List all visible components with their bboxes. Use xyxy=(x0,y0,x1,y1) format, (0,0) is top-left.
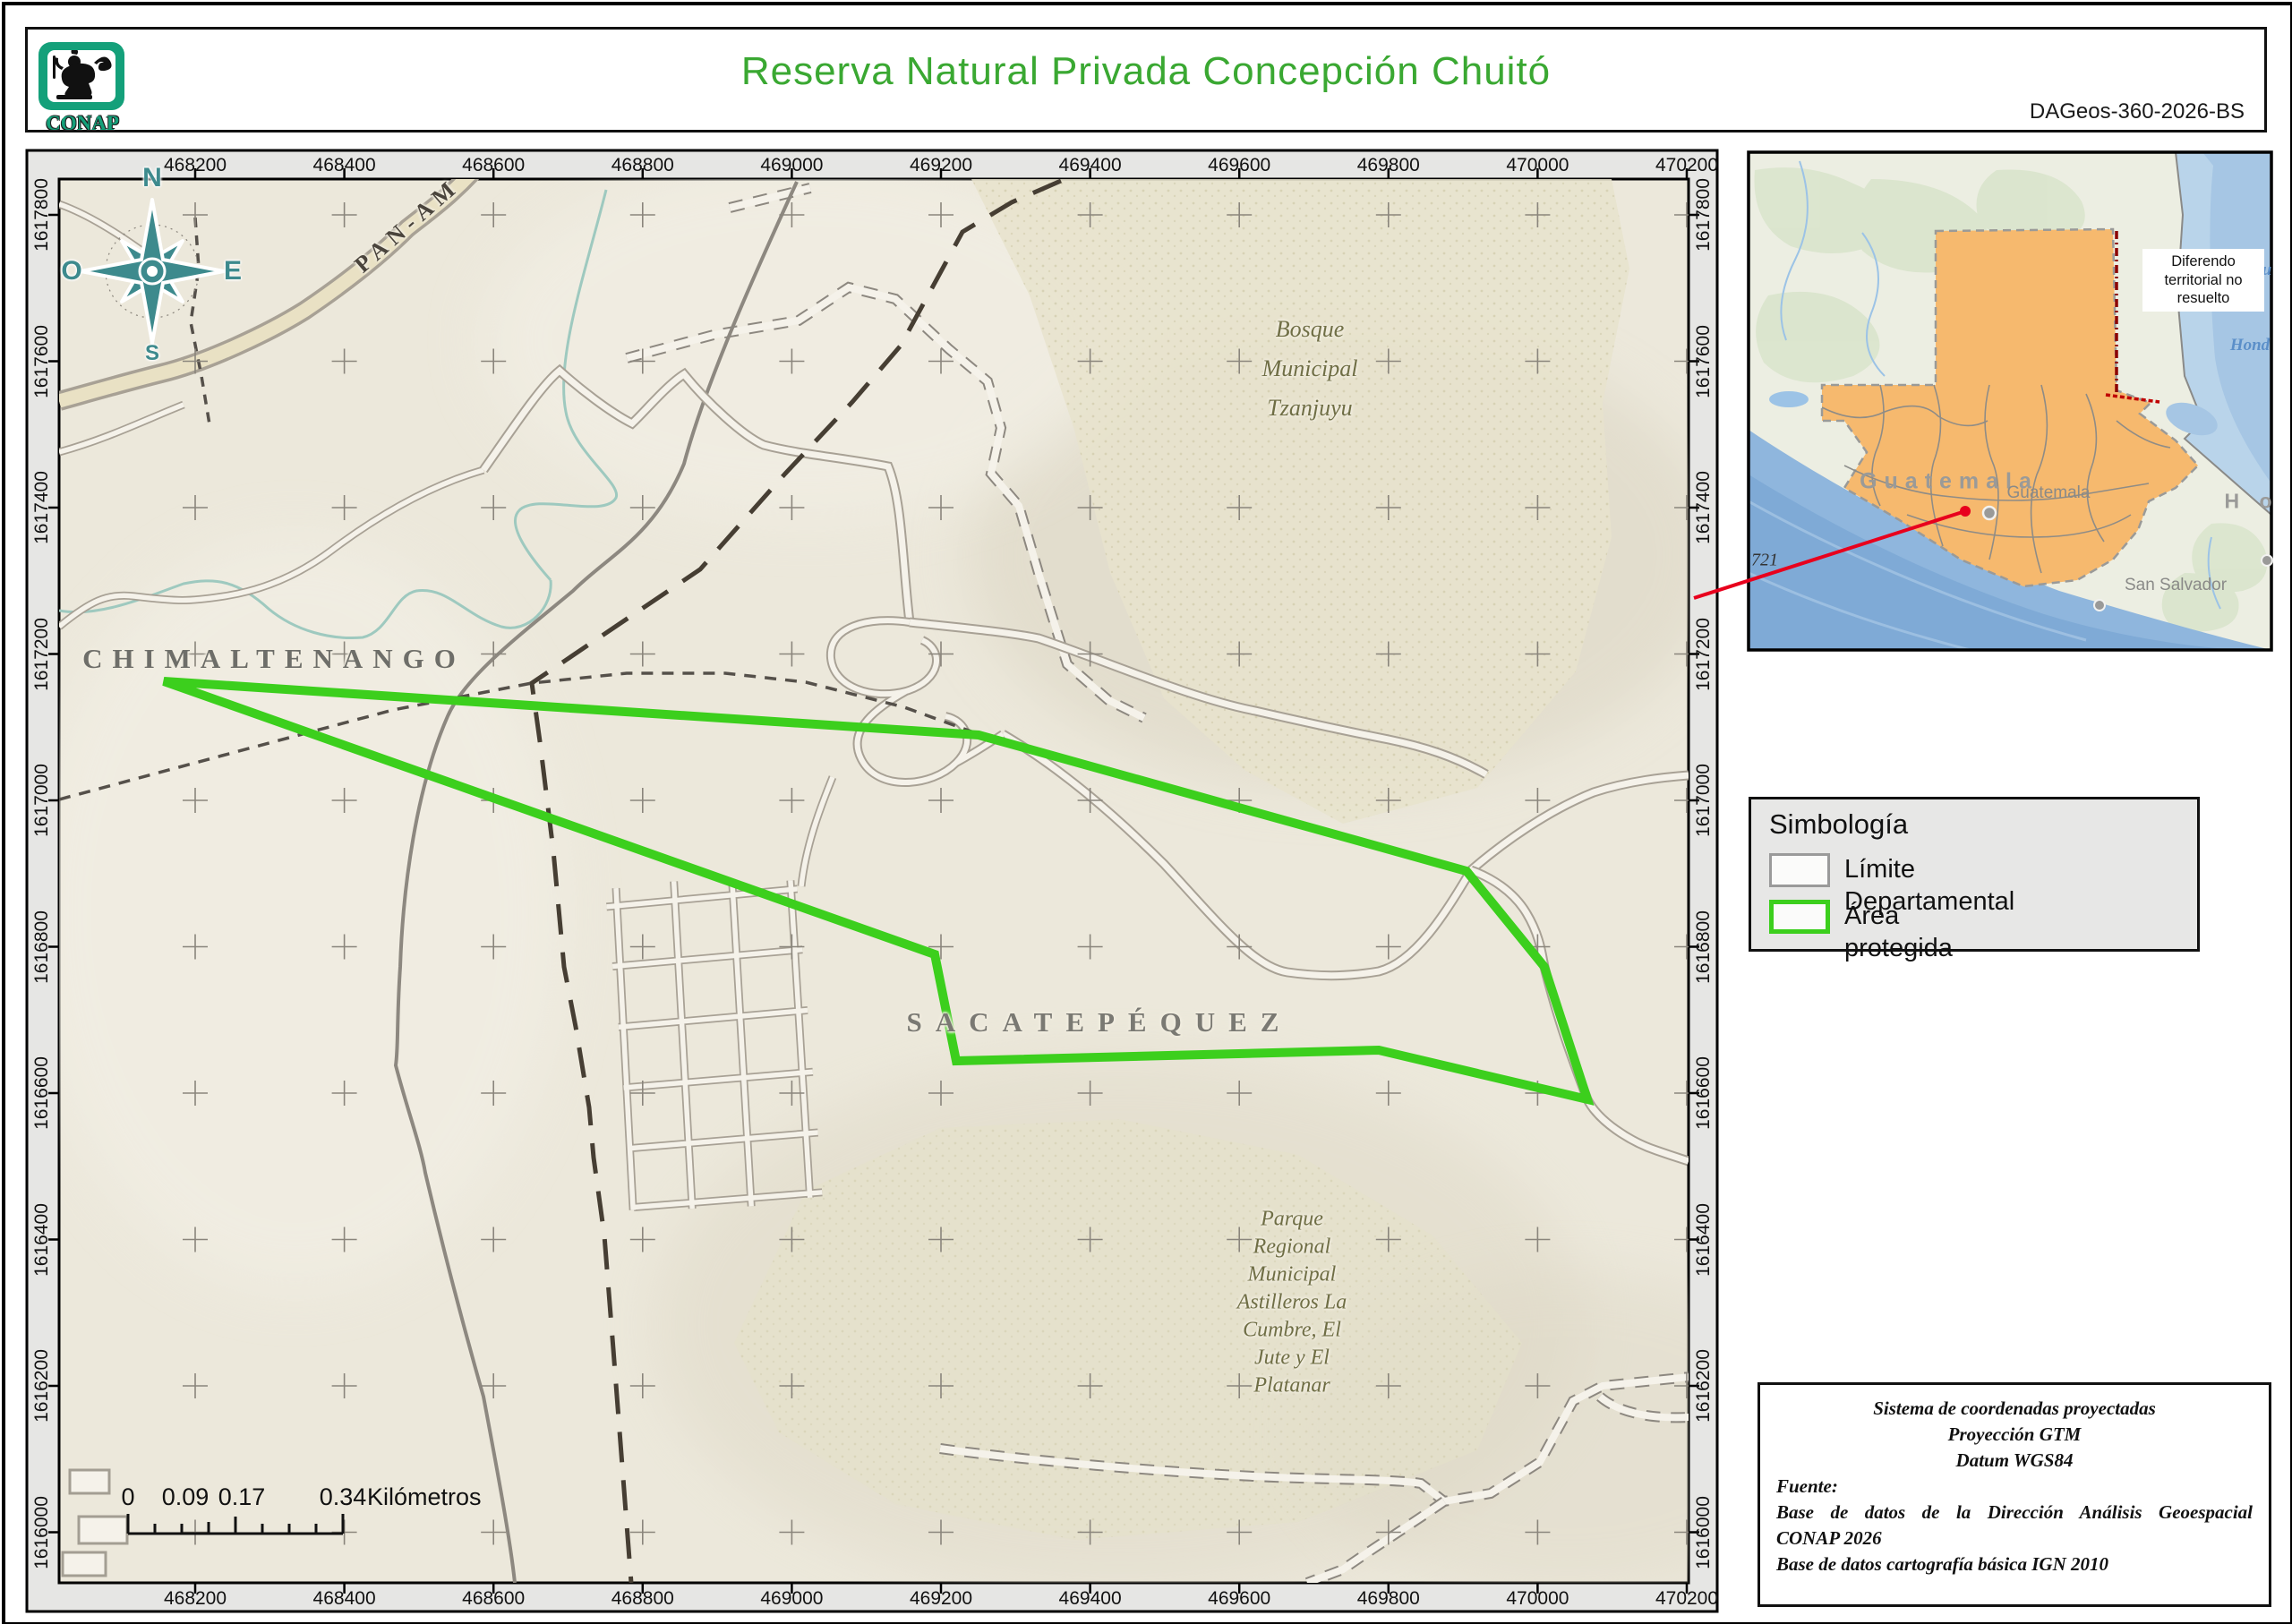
compass-o: O xyxy=(61,256,81,286)
scale-unit: Kilómetros xyxy=(367,1483,482,1511)
page-title: Reserva Natural Privada Concepción Chuit… xyxy=(28,49,2264,94)
axis-label: 468600 xyxy=(462,155,525,176)
compass-e: E xyxy=(224,256,242,286)
axis-label: 469600 xyxy=(1208,1588,1270,1610)
compass-s: S xyxy=(145,341,159,366)
inset-sea-label-2: Hond xyxy=(2230,336,2270,355)
axis-label: 469200 xyxy=(910,155,972,176)
axis-label: 1617600 xyxy=(1693,325,1715,398)
datum-line: Datum WGS84 xyxy=(1776,1448,2253,1474)
axis-label: 470200 xyxy=(1655,155,1718,176)
source-label: Fuente: xyxy=(1776,1474,2253,1500)
source-line-2: CONAP 2026 xyxy=(1776,1526,2253,1551)
projection-line: Proyección GTM xyxy=(1776,1422,2253,1448)
map-document-page: .rc{stroke:#a8a195;fill:none;} .rf{strok… xyxy=(0,0,2292,1624)
scale-034: 0.34 xyxy=(320,1483,367,1511)
axis-label: 468400 xyxy=(313,155,376,176)
axis-label: 1617200 xyxy=(31,618,53,691)
inset-depth-label: 721 xyxy=(1751,551,1778,571)
axis-label: 1617400 xyxy=(31,471,53,544)
axis-label: 1616000 xyxy=(1693,1496,1715,1569)
axis-label: 1617800 xyxy=(31,178,53,252)
axis-label: 469200 xyxy=(910,1588,972,1610)
scale-009: 0.09 xyxy=(162,1483,210,1511)
territorial-note: Diferendo territorial no resuelto xyxy=(2142,249,2264,312)
axis-label: 1617200 xyxy=(1693,618,1715,691)
axis-label: 469000 xyxy=(760,1588,823,1610)
axis-label: 1616200 xyxy=(31,1349,53,1423)
axis-label: 1616600 xyxy=(1693,1056,1715,1130)
inset-san-salvador-label: San Salvador xyxy=(2125,576,2227,595)
compass-n: N xyxy=(142,163,162,193)
logo-text: CONAP xyxy=(38,112,126,135)
axis-label: 468200 xyxy=(164,1588,227,1610)
axis-label: 1616400 xyxy=(31,1203,53,1277)
axis-label: 1617400 xyxy=(1693,471,1715,544)
axis-label: 468800 xyxy=(611,1588,674,1610)
dept-label-sacatepequez: SACATEPÉQUEZ xyxy=(907,1006,1293,1039)
axis-label: 1617800 xyxy=(1693,178,1715,252)
axis-label: 1616200 xyxy=(1693,1349,1715,1423)
axis-label: 468200 xyxy=(164,155,227,176)
axis-label: 1616400 xyxy=(1693,1203,1715,1277)
axis-label: 1616600 xyxy=(31,1056,53,1130)
axis-label: 469000 xyxy=(760,155,823,176)
document-code: DAGeos-360-2026-BS xyxy=(2030,99,2245,124)
projection-info-box: Sistema de coordenadas proyectadas Proye… xyxy=(1757,1382,2271,1607)
source-line-1: Base de datos de la Dirección Análisis G… xyxy=(1776,1500,2253,1526)
inset-honduras-partial: H o xyxy=(2224,490,2271,514)
axis-label: 470000 xyxy=(1506,1588,1569,1610)
axis-label: 1617600 xyxy=(31,325,53,398)
axis-label: 469600 xyxy=(1208,155,1270,176)
axis-label: 1617000 xyxy=(31,764,53,837)
axis-label: 1616800 xyxy=(31,910,53,984)
axis-label: 468600 xyxy=(462,1588,525,1610)
axis-label: 470200 xyxy=(1655,1588,1718,1610)
legend-title: Simbología xyxy=(1769,808,1908,841)
axis-label: 1617000 xyxy=(1693,764,1715,837)
axis-label: 1616800 xyxy=(1693,910,1715,984)
scale-017: 0.17 xyxy=(218,1483,266,1511)
axis-label: 469800 xyxy=(1357,1588,1420,1610)
header: CONAP Reserva Natural Privada Concepción… xyxy=(25,27,2267,132)
legend: Simbología Límite Departamental Área pro… xyxy=(1749,797,2200,952)
axis-label: 1616000 xyxy=(31,1496,53,1569)
axis-label: 468400 xyxy=(313,1588,376,1610)
limite-swatch-icon xyxy=(1769,853,1830,887)
inset-city-label: Guatemala xyxy=(2007,483,2091,503)
axis-label: 469400 xyxy=(1059,155,1122,176)
axis-label: 469800 xyxy=(1357,155,1420,176)
scale-0: 0 xyxy=(121,1483,134,1511)
axis-label: 468800 xyxy=(611,155,674,176)
axis-label: 469400 xyxy=(1059,1588,1122,1610)
crs-line: Sistema de coordenadas proyectadas xyxy=(1776,1396,2253,1422)
axis-label: 470000 xyxy=(1506,155,1569,176)
source-line-3: Base de datos cartografía básica IGN 201… xyxy=(1776,1551,2253,1577)
dept-label-chimaltenango: CHIMALTENANGO xyxy=(82,643,466,675)
area-protegida-swatch-icon xyxy=(1769,900,1830,934)
inset-labels: Guatemala Guatemala San Salvador 721 H o… xyxy=(1749,152,2271,650)
